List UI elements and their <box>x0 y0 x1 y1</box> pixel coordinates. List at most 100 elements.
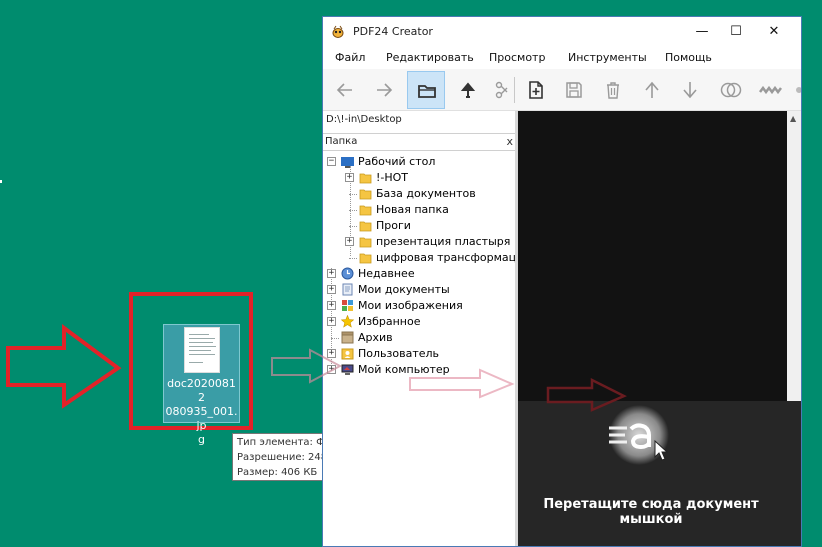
tree-item-label: Недавнее <box>358 267 415 280</box>
document-list <box>515 111 787 401</box>
arrow-up-thin-icon <box>645 81 659 98</box>
split-button[interactable] <box>750 71 788 109</box>
tree-item-label: Проги <box>376 219 411 232</box>
recent-icon <box>341 267 354 280</box>
scrollbar[interactable]: ▲ <box>787 111 801 401</box>
tree-expander-icon[interactable]: − <box>327 157 336 166</box>
tree-item[interactable]: + презентация пластыря <box>345 234 515 250</box>
current-path: D:\!-in\Desktop <box>326 114 402 125</box>
arrow-up-icon <box>460 82 476 98</box>
tree-item-label: Избранное <box>358 315 421 328</box>
move-up-button[interactable] <box>633 71 671 109</box>
menu-bar: Файл Редактировать Просмотр Инструменты … <box>323 47 801 69</box>
up-folder-button[interactable] <box>449 71 487 109</box>
tree-item-label: Архив <box>358 331 393 344</box>
save-icon <box>566 82 582 98</box>
drop-zone[interactable]: Перетащите сюда документ мышкой <box>515 401 801 546</box>
folder-icon <box>359 189 372 200</box>
tree-item[interactable]: Новая папка <box>345 202 515 218</box>
tree-item[interactable]: + Избранное <box>327 314 515 330</box>
more-icon <box>796 87 801 93</box>
minimize-button[interactable]: — <box>685 17 719 47</box>
app-icon <box>332 25 344 38</box>
menu-edit[interactable]: Редактировать <box>386 51 474 64</box>
move-down-button[interactable] <box>671 71 709 109</box>
tree-connector <box>349 194 357 195</box>
drop-instruction: Перетащите сюда документ мышкой <box>543 497 759 527</box>
user-icon <box>341 348 354 360</box>
tree-item-label: Новая папка <box>376 203 449 216</box>
tree-item-label: База документов <box>376 187 476 200</box>
tree-connector <box>349 258 357 259</box>
tree-connector <box>349 210 357 211</box>
menu-tools[interactable]: Инструменты <box>568 51 647 64</box>
toolbar-separator <box>514 77 515 103</box>
arrow-right-icon <box>377 83 393 97</box>
new-document-button[interactable] <box>517 71 555 109</box>
menu-view[interactable]: Просмотр <box>489 51 545 64</box>
left-pane-empty <box>323 412 515 546</box>
folder-icon <box>359 173 372 184</box>
tree-expander-icon[interactable]: + <box>327 365 336 374</box>
tree-item[interactable]: База документов <box>345 186 515 202</box>
trash-icon <box>607 82 619 99</box>
tree-expander-icon[interactable]: + <box>327 349 336 358</box>
tree-item-label: презентация пластыря <box>376 235 511 248</box>
cut-button[interactable] <box>489 71 509 109</box>
menu-help[interactable]: Помощь <box>665 51 712 64</box>
tree-expander-icon[interactable]: + <box>327 285 336 294</box>
tree-item[interactable]: + Мой компьютер <box>327 362 515 378</box>
tree-item[interactable]: цифровая трансформация <box>345 250 515 266</box>
title-bar[interactable]: PDF24 Creator — ☐ ✕ <box>323 17 801 47</box>
folder-icon <box>359 205 372 216</box>
folder-panel-title: Папка <box>325 136 358 147</box>
drop-area[interactable]: ▲ Перетащите сюда документ мышкой <box>515 111 801 546</box>
split-icon <box>759 85 782 95</box>
tree-item-label: Мои изображения <box>358 299 463 312</box>
tree-item[interactable]: + Мои изображения <box>327 298 515 314</box>
folder-icon <box>418 85 436 98</box>
tree-item-label: цифровая трансформация <box>376 251 515 264</box>
tree-item-label: Мои документы <box>358 283 450 296</box>
pdf24-window: PDF24 Creator — ☐ ✕ Файл Редактировать П… <box>322 16 802 547</box>
file-name-label: doc20200812 080935_001.jp g <box>164 377 239 447</box>
tree-expander-icon[interactable]: + <box>345 237 354 246</box>
tree-item[interactable]: + Мои документы <box>327 282 515 298</box>
merge-button[interactable] <box>711 71 749 109</box>
tree-item-label: Мой компьютер <box>358 363 450 376</box>
close-button[interactable]: ✕ <box>757 17 791 47</box>
tree-item[interactable]: − Рабочий стол <box>327 154 515 170</box>
desktop-mark <box>0 180 2 183</box>
folder-panel-close-button[interactable]: x <box>506 135 513 148</box>
desktop-file[interactable]: doc20200812 080935_001.jp g <box>163 324 240 446</box>
tree-item-label: !-HOT <box>376 171 409 184</box>
maximize-button[interactable]: ☐ <box>719 17 753 47</box>
delete-button[interactable] <box>594 71 632 109</box>
tree-item[interactable]: Проги <box>345 218 515 234</box>
merge-circles-icon <box>720 82 742 98</box>
folder-button[interactable] <box>407 71 445 109</box>
folder-icon <box>359 253 372 264</box>
forward-button[interactable] <box>365 71 403 109</box>
pane-splitter[interactable] <box>515 111 518 546</box>
tree-item[interactable]: + !-HOT <box>345 170 515 186</box>
tree-item[interactable]: Архив <box>327 330 515 346</box>
scroll-up-icon[interactable]: ▲ <box>790 114 796 123</box>
tree-expander-icon[interactable]: + <box>327 301 336 310</box>
annotation-arrow-red <box>6 324 122 409</box>
menu-file[interactable]: Файл <box>335 51 365 64</box>
star-icon <box>341 315 354 328</box>
save-button[interactable] <box>555 71 593 109</box>
tree-item[interactable]: + Пользователь <box>327 346 515 362</box>
folder-panel-header: Папка x <box>323 133 515 151</box>
tree-item[interactable]: + Недавнее <box>327 266 515 282</box>
more-tools-button[interactable] <box>789 71 801 109</box>
file-name-line: g <box>198 433 205 446</box>
tree-expander-icon[interactable]: + <box>345 173 354 182</box>
tree-expander-icon[interactable]: + <box>327 317 336 326</box>
tree-expander-icon[interactable]: + <box>327 269 336 278</box>
tree-connector <box>331 338 339 339</box>
file-name-line: 080935_001.jp <box>165 405 238 432</box>
back-button[interactable] <box>326 71 364 109</box>
jpg-file-icon <box>184 327 220 373</box>
